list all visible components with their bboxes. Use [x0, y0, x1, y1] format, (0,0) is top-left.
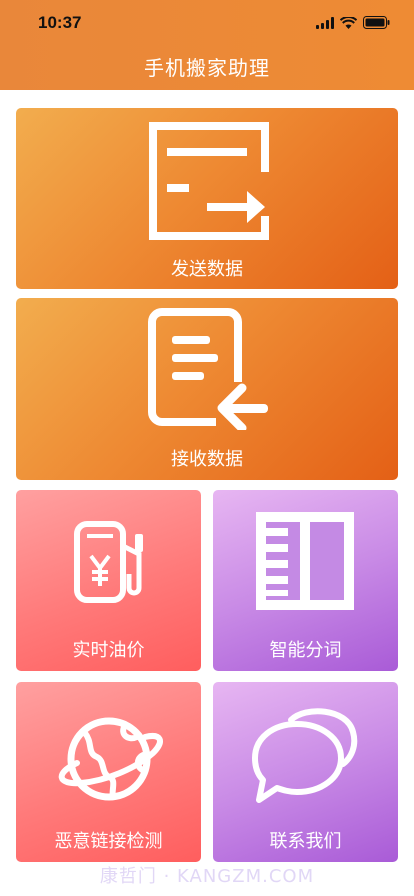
- watermark: 康哲门 · KANGZM.COM: [99, 866, 315, 887]
- page-title: 手机搬家助理: [144, 56, 270, 80]
- contact-card[interactable]: 联系我们: [213, 682, 398, 862]
- send-data-card[interactable]: 发送数据: [16, 108, 398, 289]
- contact-label: 联系我们: [269, 831, 342, 852]
- app-header: 10:37 手机搬家助理: [0, 0, 414, 90]
- status-time: 10:37: [38, 13, 82, 32]
- word-segment-icon: [256, 512, 354, 610]
- chat-bubbles-icon: [252, 708, 358, 803]
- receive-data-label: 接收数据: [171, 449, 243, 470]
- link-check-card[interactable]: 恶意链接检测: [16, 682, 201, 862]
- word-segment-label: 智能分词: [269, 640, 342, 661]
- wifi-icon: [339, 14, 358, 33]
- fuel-pump-icon: [74, 521, 143, 603]
- send-data-label: 发送数据: [171, 259, 243, 280]
- globe-planet-icon: [58, 717, 163, 801]
- oil-price-label: 实时油价: [72, 640, 145, 661]
- receive-data-icon: [148, 308, 268, 430]
- oil-price-card[interactable]: 实时油价: [16, 490, 201, 671]
- link-check-label: 恶意链接检测: [54, 831, 163, 852]
- word-segment-card[interactable]: 智能分词: [213, 490, 398, 671]
- send-data-icon: [149, 122, 269, 240]
- receive-data-card[interactable]: 接收数据: [16, 298, 398, 480]
- battery-icon: [363, 14, 390, 33]
- signal-icon: [316, 14, 334, 33]
- status-icons: [316, 14, 390, 33]
